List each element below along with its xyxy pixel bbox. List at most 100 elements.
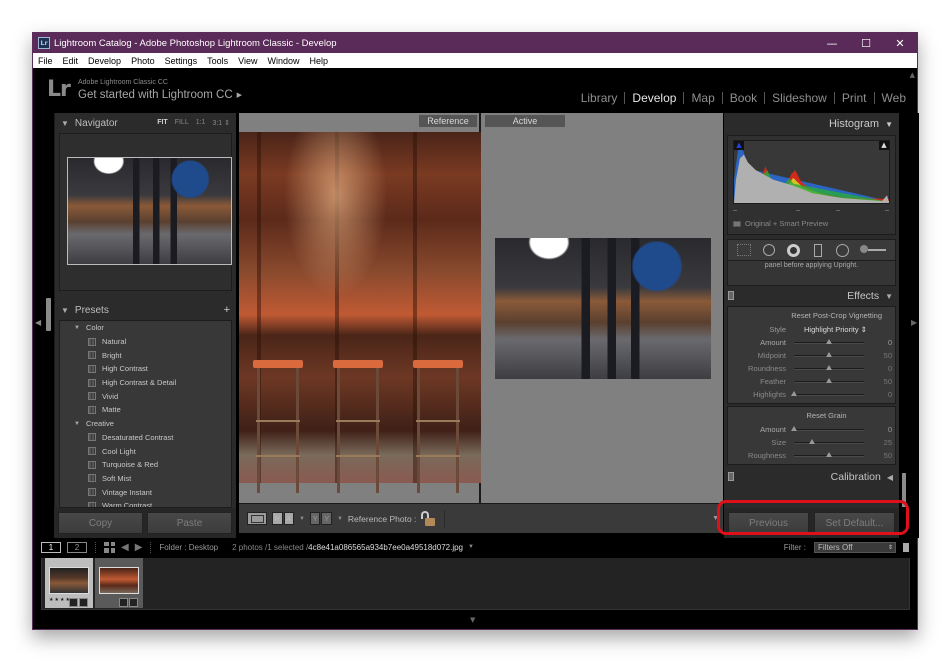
slider-thumb[interactable]	[808, 438, 815, 444]
menu-tools[interactable]: Tools	[202, 56, 233, 66]
back-arrow-icon[interactable]: ◀	[121, 542, 129, 553]
histogram-header[interactable]: Histogram ▼	[724, 113, 899, 135]
ref-active-view-button[interactable]: RA	[272, 512, 294, 525]
spot-removal-icon[interactable]	[761, 243, 777, 257]
highlight-clipping-icon[interactable]: ▲	[879, 141, 889, 150]
slider-track[interactable]	[791, 390, 864, 396]
slider-track[interactable]	[794, 451, 864, 457]
zoom-3-1[interactable]: 3:1 ⇕	[212, 119, 230, 127]
module-web[interactable]: Web	[875, 91, 913, 105]
view-dropdown-icon[interactable]: ▼	[299, 516, 305, 522]
menu-photo[interactable]: Photo	[126, 56, 160, 66]
reset-grain-link[interactable]: Reset Grain	[728, 411, 895, 423]
left-panel-scrollbar[interactable]	[46, 298, 51, 331]
preset-item[interactable]: Bright	[60, 348, 231, 362]
slider-value[interactable]: 0	[864, 425, 892, 434]
zoom-fit[interactable]: FIT	[157, 119, 168, 127]
collapse-top-icon[interactable]: ▲	[910, 71, 915, 79]
preset-item[interactable]: Cool Light	[60, 444, 231, 458]
get-started-link[interactable]: Get started with Lightroom CC ▶	[78, 89, 242, 101]
slider-track[interactable]	[794, 338, 864, 344]
slider-value[interactable]: 0	[864, 338, 892, 347]
preset-item[interactable]: Vintage Instant	[60, 485, 231, 499]
forward-arrow-icon[interactable]: ▶	[135, 542, 143, 553]
develop-badge-icon[interactable]	[119, 598, 128, 607]
before-after-button[interactable]: YY	[309, 512, 332, 525]
primary-display-button[interactable]: 1	[41, 541, 61, 553]
slider-thumb[interactable]	[791, 425, 797, 431]
filter-lock-icon[interactable]	[903, 542, 909, 552]
module-develop[interactable]: Develop	[625, 91, 683, 105]
slider-track[interactable]	[794, 438, 864, 444]
preset-item[interactable]: Warm Contrast	[60, 499, 231, 507]
slider-track[interactable]	[794, 377, 864, 383]
filmstrip-thumbnail[interactable]	[95, 558, 143, 608]
graduated-filter-icon[interactable]	[810, 243, 826, 257]
red-eye-icon[interactable]	[785, 243, 801, 257]
slider-value[interactable]: 50	[864, 377, 892, 386]
calibration-toggle-switch[interactable]	[728, 472, 734, 481]
module-print[interactable]: Print	[835, 91, 874, 105]
preset-item[interactable]: Turquoise & Red	[60, 458, 231, 472]
navigator-thumbnail[interactable]	[67, 157, 232, 265]
slider-thumb[interactable]	[826, 377, 832, 383]
menu-edit[interactable]: Edit	[58, 56, 84, 66]
grid-view-icon[interactable]	[104, 541, 115, 553]
effects-header[interactable]: Effects ▼	[724, 286, 899, 306]
module-library[interactable]: Library	[574, 91, 625, 105]
preset-item[interactable]: High Contrast	[60, 362, 231, 376]
slider-thumb[interactable]	[826, 351, 832, 357]
menu-file[interactable]: File	[33, 56, 58, 66]
preset-group-color[interactable]: ▼ Color	[60, 321, 231, 335]
histogram-graph[interactable]: ▲ ▲	[733, 140, 890, 204]
menu-help[interactable]: Help	[305, 56, 334, 66]
crop-tool-icon[interactable]	[736, 243, 752, 257]
right-panel-toggle[interactable]: ▶	[909, 113, 919, 538]
slider-thumb[interactable]	[826, 364, 832, 370]
filmstrip-thumbnail[interactable]: ★★★★	[45, 558, 93, 608]
folder-source[interactable]: Folder : Desktop	[159, 543, 218, 552]
module-slideshow[interactable]: Slideshow	[765, 91, 834, 105]
slider-value[interactable]: 0	[864, 364, 892, 373]
slider-value[interactable]: 50	[864, 451, 892, 460]
radial-filter-icon[interactable]	[834, 243, 850, 257]
module-map[interactable]: Map	[684, 91, 721, 105]
effects-toggle-switch[interactable]	[728, 291, 734, 300]
menu-develop[interactable]: Develop	[83, 56, 126, 66]
slider-thumb[interactable]	[826, 451, 832, 457]
reference-pane[interactable]: Reference	[239, 113, 481, 503]
slider-value[interactable]: 0	[864, 390, 892, 399]
preset-item[interactable]: Desaturated Contrast	[60, 431, 231, 445]
navigator-header[interactable]: ▼ Navigator FIT FILL 1:1 3:1 ⇕	[55, 113, 236, 133]
reset-vignetting-link[interactable]: Reset Post-Crop Vignetting	[728, 311, 895, 323]
edit-badge-icon[interactable]	[129, 598, 138, 607]
slider-thumb[interactable]	[826, 338, 832, 344]
presets-header[interactable]: ▼ Presets +	[55, 300, 236, 320]
slider-thumb[interactable]	[791, 390, 797, 396]
zoom-fill[interactable]: FILL	[175, 119, 189, 127]
collapse-filmstrip-icon[interactable]: ▼	[470, 616, 475, 624]
adjustment-brush-icon[interactable]	[859, 243, 887, 257]
slider-track[interactable]	[794, 364, 864, 370]
navigator-preview[interactable]	[59, 133, 232, 291]
close-button[interactable]: ✕	[883, 33, 917, 53]
calibration-header[interactable]: Calibration ◀	[724, 467, 899, 487]
maximize-button[interactable]: ☐	[849, 33, 883, 53]
crop-badge-icon[interactable]	[79, 598, 88, 607]
preset-item[interactable]: Matte	[60, 403, 231, 417]
reference-photo[interactable]	[239, 132, 481, 493]
menu-settings[interactable]: Settings	[160, 56, 203, 66]
slider-track[interactable]	[794, 351, 864, 357]
unlock-icon[interactable]	[421, 510, 436, 527]
preset-group-creative[interactable]: ▼ Creative	[60, 417, 231, 431]
left-panel-toggle[interactable]: ◀	[33, 113, 43, 538]
style-select[interactable]: Highlight Priority ⇕	[804, 325, 867, 334]
slider-track[interactable]	[791, 425, 864, 431]
secondary-display-button[interactable]: 2	[67, 541, 87, 553]
module-book[interactable]: Book	[723, 91, 764, 105]
minimize-button[interactable]: —	[815, 33, 849, 53]
active-pane[interactable]: Active	[483, 113, 723, 503]
menu-window[interactable]: Window	[263, 56, 305, 66]
filename-dropdown-icon[interactable]: ▼	[468, 544, 474, 550]
preset-item[interactable]: Natural	[60, 335, 231, 349]
